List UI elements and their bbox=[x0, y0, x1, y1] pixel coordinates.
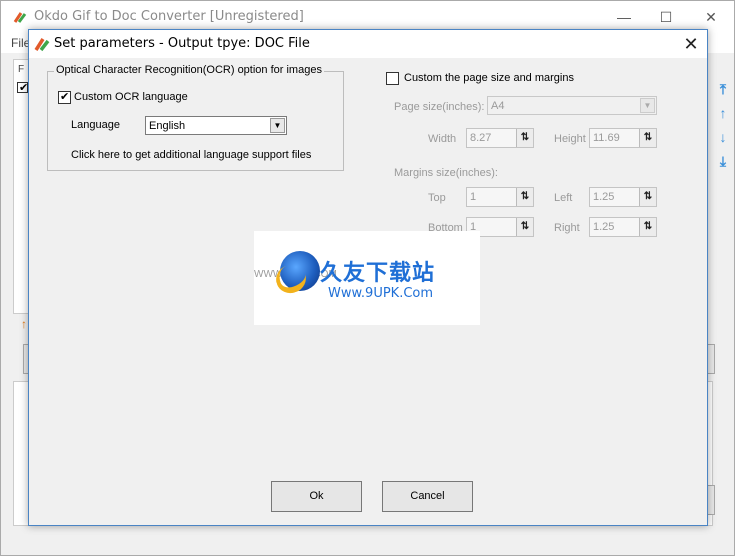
dialog-close-button[interactable]: ✕ bbox=[679, 32, 703, 56]
page-size-select[interactable]: A4 ▼ bbox=[487, 96, 657, 115]
chevron-down-icon[interactable]: ▼ bbox=[270, 118, 285, 133]
list-row-checkbox[interactable] bbox=[17, 81, 28, 94]
watermark-title: 久友下载站 bbox=[320, 261, 436, 286]
custom-page-checkbox[interactable] bbox=[386, 72, 399, 85]
language-support-link[interactable]: Click here to get additional language su… bbox=[71, 149, 311, 161]
spin-arrows-icon[interactable]: ⇅ bbox=[516, 188, 533, 206]
spin-arrows-icon[interactable]: ⇅ bbox=[639, 218, 656, 236]
width-stepper[interactable]: 8.27 ⇅ bbox=[466, 128, 534, 148]
spin-arrows-icon[interactable]: ⇅ bbox=[516, 218, 533, 236]
spin-arrows-icon[interactable]: ⇅ bbox=[639, 188, 656, 206]
right-label: Right bbox=[554, 222, 580, 234]
top-margin-value: 1 bbox=[470, 191, 477, 203]
dialog-titlebar: Set parameters - Output tpye: DOC File ✕ bbox=[29, 30, 707, 58]
chevron-down-icon[interactable]: ▼ bbox=[640, 98, 655, 113]
page-size-label: Page size(inches): bbox=[394, 101, 485, 113]
height-value: 11.69 bbox=[593, 132, 620, 144]
left-label: Left bbox=[554, 192, 573, 204]
orange-arrow-icon[interactable]: ↑ bbox=[21, 317, 27, 331]
top-margin-stepper[interactable]: 1 ⇅ bbox=[466, 187, 534, 207]
cancel-button[interactable]: Cancel bbox=[382, 481, 473, 512]
custom-page-label[interactable]: Custom the page size and margins bbox=[404, 72, 574, 84]
app-logo-icon bbox=[13, 12, 27, 23]
right-margin-value: 1.25 bbox=[593, 221, 615, 233]
ocr-groupbox-title: Optical Character Recognition(OCR) optio… bbox=[54, 64, 324, 76]
background-window-title: Okdo Gif to Doc Converter [Unregistered] bbox=[34, 9, 304, 24]
left-margin-stepper[interactable]: 1.25 ⇅ bbox=[589, 187, 657, 207]
spin-arrows-icon[interactable]: ⇅ bbox=[639, 129, 656, 147]
right-margin-stepper[interactable]: 1.25 ⇅ bbox=[589, 217, 657, 237]
width-value: 8.27 bbox=[470, 132, 492, 144]
move-bottom-icon[interactable]: ⤓ bbox=[714, 153, 732, 177]
language-value: English bbox=[149, 120, 186, 132]
left-margin-value: 1.25 bbox=[593, 191, 615, 203]
app-logo-icon bbox=[34, 38, 50, 52]
reorder-buttons: ⤒ ↑ ↓ ⤓ bbox=[714, 81, 732, 177]
width-label: Width bbox=[428, 133, 457, 145]
spin-arrows-icon[interactable]: ⇅ bbox=[516, 129, 533, 147]
move-down-icon[interactable]: ↓ bbox=[714, 129, 732, 153]
language-label: Language bbox=[71, 119, 120, 131]
maximize-button[interactable]: ☐ bbox=[653, 6, 679, 28]
watermark-logo-icon bbox=[272, 251, 320, 298]
margins-label: Margins size(inches): bbox=[394, 167, 498, 179]
height-label: Height bbox=[554, 133, 586, 145]
watermark-overlay: WWW.9UPK.COM 久友下载站 Www.9UPK.Com bbox=[254, 231, 480, 325]
dialog-title: Set parameters - Output tpye: DOC File bbox=[54, 36, 310, 51]
close-window-button[interactable]: ✕ bbox=[698, 6, 724, 28]
minimize-button[interactable]: — bbox=[611, 6, 637, 28]
ocr-groupbox: Optical Character Recognition(OCR) optio… bbox=[47, 64, 344, 171]
height-stepper[interactable]: 11.69 ⇅ bbox=[589, 128, 657, 148]
watermark-url: Www.9UPK.Com bbox=[328, 286, 434, 301]
move-up-icon[interactable]: ↑ bbox=[714, 105, 732, 129]
top-label: Top bbox=[428, 192, 446, 204]
custom-ocr-checkbox[interactable] bbox=[58, 90, 71, 104]
language-select[interactable]: English ▼ bbox=[145, 116, 287, 135]
custom-ocr-label[interactable]: Custom OCR language bbox=[74, 91, 188, 103]
page-size-value: A4 bbox=[491, 100, 505, 112]
move-top-icon[interactable]: ⤒ bbox=[714, 81, 732, 105]
ok-button[interactable]: Ok bbox=[271, 481, 362, 512]
